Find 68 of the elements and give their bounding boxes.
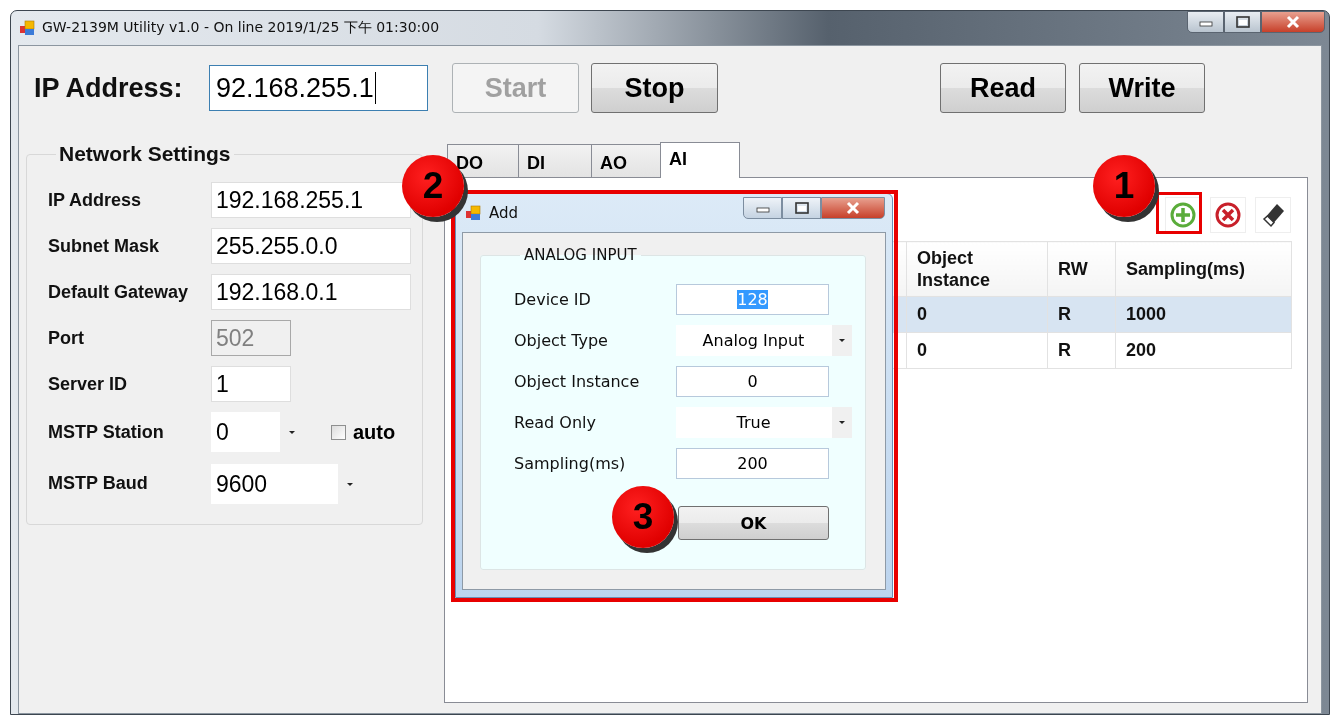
dropdown[interactable]: True [676, 407, 852, 438]
field-label: Default Gateway [48, 281, 190, 303]
minimize-button[interactable] [1187, 11, 1224, 33]
text-field[interactable]: 192.168.0.1 [211, 274, 411, 310]
eraser-button[interactable] [1255, 197, 1291, 233]
checkbox-label: auto [353, 420, 396, 444]
dropdown-arrow-icon [838, 338, 846, 343]
maximize-button[interactable] [1224, 11, 1261, 33]
app-icon [465, 205, 481, 221]
field-label: Server ID [48, 373, 129, 395]
tab[interactable]: AO [591, 144, 661, 177]
group-title: ANALOG INPUT [523, 246, 638, 264]
ok-button[interactable]: OK [678, 506, 829, 540]
column-header: Object Instance [906, 241, 1048, 297]
toolbar-button[interactable]: Read [940, 63, 1066, 113]
text-field[interactable]: 200 [676, 448, 829, 479]
dropdown[interactable]: 9600 [211, 464, 361, 504]
text-field[interactable]: 255.255.0.0 [211, 228, 411, 264]
dialog-title: Add [489, 204, 519, 222]
close-button[interactable] [821, 197, 885, 219]
add-icon [1169, 201, 1197, 229]
dropdown[interactable]: 0 [211, 412, 303, 452]
close-button[interactable] [1261, 11, 1325, 33]
table-cell: R [1047, 296, 1116, 333]
ip-address-field[interactable]: 92.168.255.1 [209, 65, 428, 111]
table-cell: 1000 [1115, 296, 1292, 333]
dropdown-arrow-icon [838, 420, 846, 425]
group-title: Network Settings [58, 142, 232, 166]
text-field[interactable]: 192.168.255.1 [211, 182, 411, 218]
field-label: Object Type [514, 331, 609, 350]
toolbar-button[interactable]: Write [1079, 63, 1205, 113]
field-label: Device ID [514, 290, 592, 309]
column-header: Sampling(ms) [1115, 241, 1292, 297]
maximize-icon [1234, 16, 1251, 28]
field-label: MSTP Station [48, 421, 165, 443]
delete-button[interactable] [1210, 197, 1246, 233]
table-cell: R [1047, 332, 1116, 369]
text-cursor [374, 72, 376, 104]
field-label: IP Address [48, 189, 143, 211]
close-icon [1285, 15, 1301, 29]
table-cell: 0 [906, 332, 1048, 369]
field-label: MSTP Baud [48, 472, 149, 494]
field-label: Sampling(ms) [514, 454, 627, 473]
number-field[interactable]: 1 [211, 366, 291, 402]
minimize-button[interactable] [743, 197, 782, 219]
dropdown[interactable]: Analog Input [676, 325, 852, 356]
window-title: GW-2139M Utility v1.0 - On line 2019/1/25 下午 01:30:00 [42, 19, 440, 37]
field-label: Read Only [514, 413, 597, 432]
table-cell: 0 [906, 296, 1048, 333]
delete-icon [1214, 201, 1242, 229]
table-cell: 200 [1115, 332, 1292, 369]
tab[interactable]: DI [518, 144, 592, 177]
field-label: IP Address: [34, 72, 184, 104]
toolbar-button[interactable]: Stop [591, 63, 718, 113]
tab[interactable]: DO [447, 144, 519, 177]
tab[interactable]: AI [660, 142, 740, 178]
column-header: RW [1047, 241, 1116, 297]
field-label: Port [48, 327, 85, 349]
app-icon [19, 20, 35, 36]
checkbox[interactable] [331, 424, 346, 440]
maximize-icon [793, 202, 810, 214]
dropdown-arrow-icon [287, 429, 296, 435]
text-field[interactable]: 0 [676, 366, 829, 397]
dropdown-arrow-icon [345, 481, 354, 487]
field-label: Object Instance [514, 372, 641, 391]
maximize-button[interactable] [782, 197, 821, 219]
close-icon [845, 201, 861, 215]
field-label: Subnet Mask [48, 235, 161, 257]
